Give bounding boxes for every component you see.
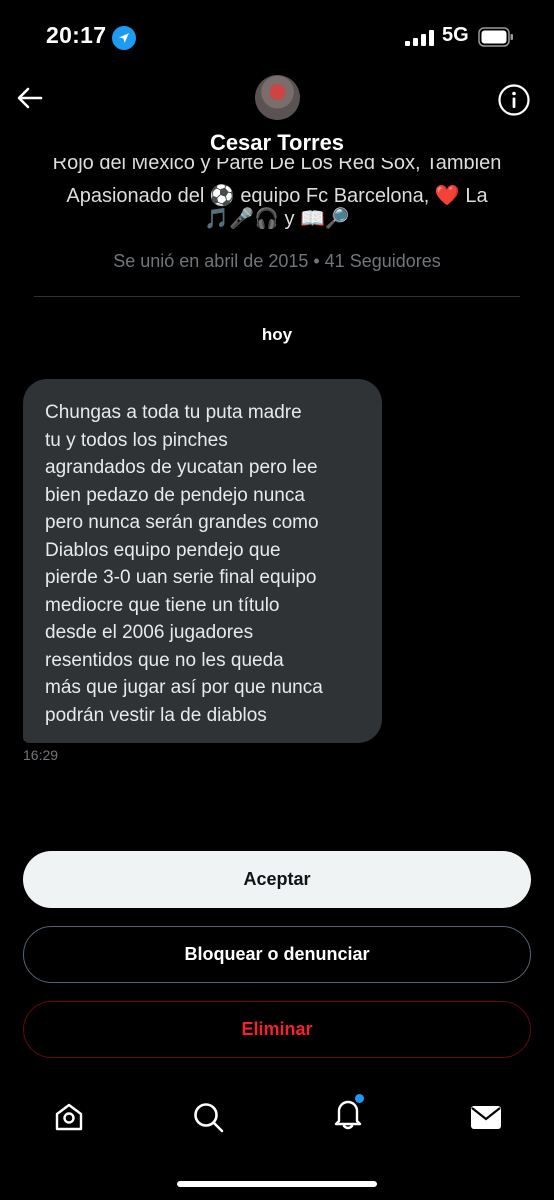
avatar[interactable] [255,75,300,120]
accept-button[interactable]: Aceptar [23,851,531,908]
network-label: 5G [442,24,469,46]
profile-name[interactable]: Cesar Torres [0,130,554,156]
delete-button[interactable]: Eliminar [23,1001,531,1058]
back-arrow-icon[interactable] [14,82,46,114]
message-timestamp: 16:29 [23,747,59,763]
location-icon [112,26,136,50]
info-icon[interactable] [497,83,531,117]
day-separator: hoy [261,325,293,344]
battery-icon [478,27,513,47]
message-text: Chungas a toda tu puta madre tu y todos … [45,402,323,726]
profile-bio-partial: Rojo del Mexico y Parte De Los Red Sox, … [0,158,554,176]
bio-partial-text: Rojo del Mexico y Parte De Los Red Sox, … [52,158,502,174]
signal-icon [405,30,434,46]
profile-joined-followers: Se unió en abril de 2015 • 41 Seguidores [113,251,441,271]
home-icon[interactable] [52,1100,86,1134]
notification-badge-dot [355,1094,364,1103]
messages-envelope-icon[interactable] [469,1100,503,1134]
home-indicator[interactable] [177,1181,377,1187]
message-bubble[interactable]: Chungas a toda tu puta madre tu y todos … [23,379,382,743]
profile-bio-line: Apasionado del ⚽ equipo Fc Barcelona, ❤️… [66,185,488,207]
search-icon[interactable] [191,1100,225,1134]
status-time: 20:17 [46,22,107,48]
block-report-button[interactable]: Bloquear o denunciar [23,926,531,983]
profile-bio-line: 🎵🎤🎧 y 📖🔎 [204,208,350,230]
divider [34,296,520,297]
